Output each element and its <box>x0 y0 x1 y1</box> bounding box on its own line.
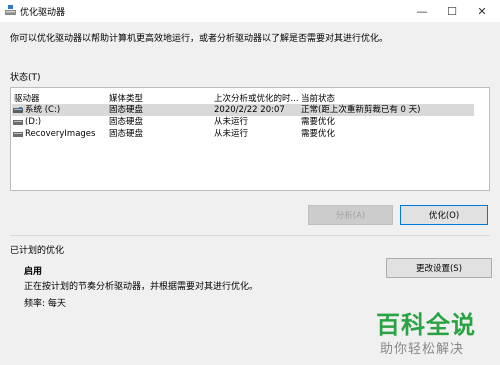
close-button[interactable]: ✕ <box>467 0 497 22</box>
window-title: 优化驱动器 <box>20 8 66 18</box>
scheduled-optimization-label: 已计划的优化 <box>10 246 65 256</box>
column-header-last-run[interactable]: 上次分析或优化的时... <box>214 92 299 104</box>
description-text: 你可以优化驱动器以帮助计算机更高效地运行，或者分析驱动器以了解是否需要对其进行优… <box>10 34 389 44</box>
schedule-description: 正在按计划的节奏分析驱动器，并根据需要对其进行优化。 <box>24 282 259 292</box>
status-label: 状态(T) <box>10 73 41 83</box>
current-status: 需要优化 <box>301 117 336 127</box>
change-settings-button[interactable]: 更改设置(S) <box>386 258 492 278</box>
last-run: 从未运行 <box>214 117 249 127</box>
watermark: 百科全说 助你轻松解决 <box>370 302 498 362</box>
schedule-frequency: 频率: 每天 <box>24 299 66 309</box>
current-status: 需要优化 <box>301 129 336 139</box>
title-bar: 优化驱动器 — ☐ ✕ <box>0 0 500 22</box>
maximize-button[interactable]: ☐ <box>437 0 467 22</box>
drive-name: 系统 (C:) <box>25 105 61 115</box>
watermark-title: 百科全说 <box>376 311 476 339</box>
column-header-media[interactable]: 媒体类型 <box>109 92 143 104</box>
maximize-icon: ☐ <box>447 4 457 18</box>
minimize-icon: — <box>416 4 428 18</box>
media-type: 固态硬盘 <box>109 129 144 139</box>
media-type: 固态硬盘 <box>109 117 144 127</box>
drive-icon <box>13 132 23 137</box>
column-header-status[interactable]: 当前状态 <box>301 92 335 104</box>
optimize-button[interactable]: 优化(O) <box>400 205 488 225</box>
system-drive-icon <box>13 107 23 113</box>
media-type: 固态硬盘 <box>109 105 144 115</box>
drive-row-d[interactable]: (D:) 固态硬盘 从未运行 需要优化 <box>12 116 474 128</box>
close-icon: ✕ <box>477 4 487 18</box>
drive-name: RecoveryImages <box>25 129 96 139</box>
drive-name: (D:) <box>25 117 42 127</box>
last-run: 2020/2/22 20:07 <box>214 105 285 115</box>
column-header-drive[interactable]: 驱动器 <box>14 92 40 104</box>
drive-row-c[interactable]: 系统 (C:) 固态硬盘 2020/2/22 20:07 正常(距上次重新剪裁已… <box>12 104 474 116</box>
current-status: 正常(距上次重新剪裁已有 0 天) <box>301 105 421 115</box>
section-divider <box>10 235 490 236</box>
drive-list[interactable]: 驱动器 媒体类型 上次分析或优化的时... 当前状态 系统 (C:) 固态硬盘 … <box>10 87 490 191</box>
last-run: 从未运行 <box>214 129 249 139</box>
analyze-button[interactable]: 分析(A) <box>308 205 393 225</box>
watermark-subtitle: 助你轻松解决 <box>380 342 465 357</box>
defrag-app-icon <box>5 5 16 15</box>
schedule-state: 启用 <box>24 267 43 277</box>
drive-row-recovery[interactable]: RecoveryImages 固态硬盘 从未运行 需要优化 <box>12 128 474 140</box>
drive-icon <box>13 120 23 125</box>
minimize-button[interactable]: — <box>407 0 437 22</box>
